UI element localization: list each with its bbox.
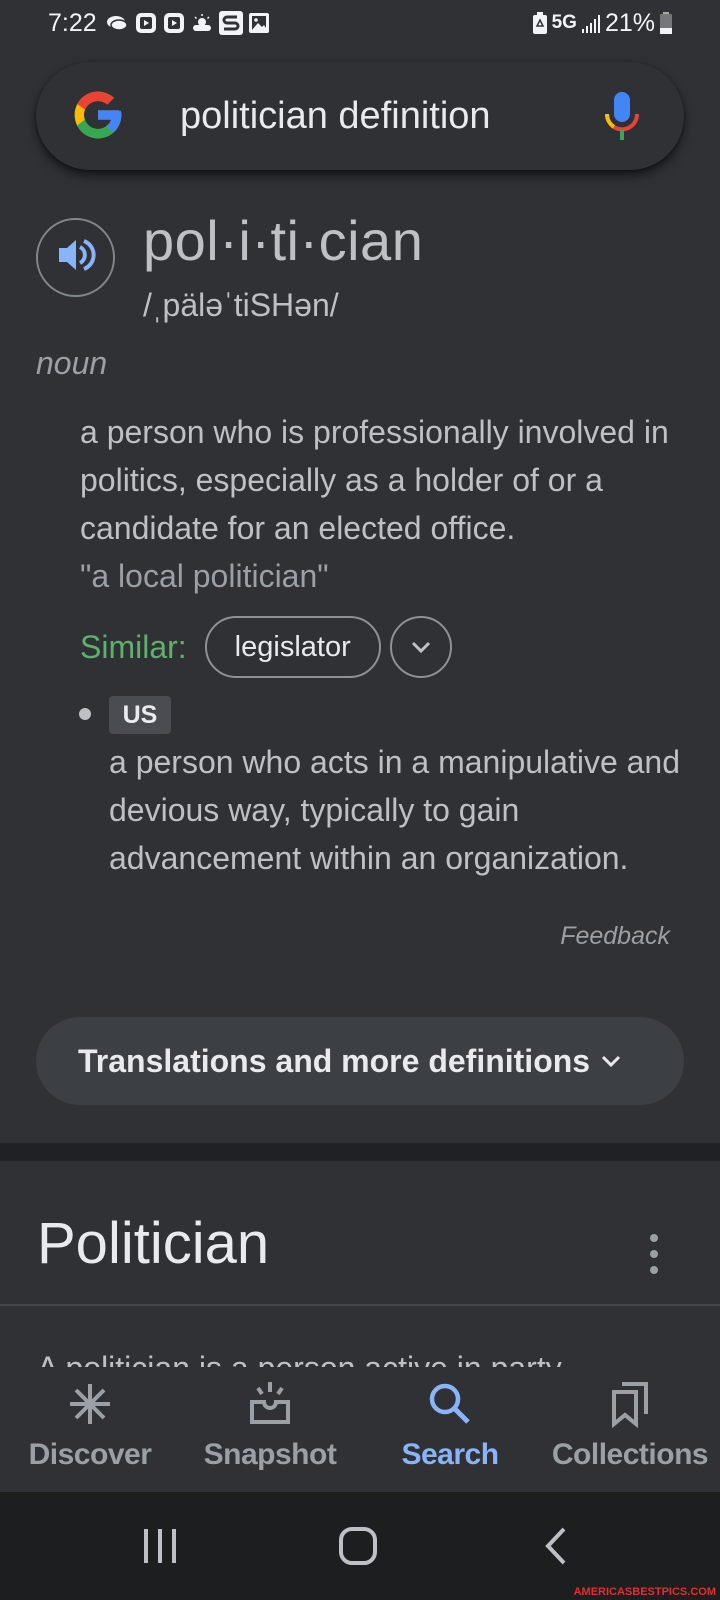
asterisk-icon [70,1384,110,1424]
nav-label: Collections [551,1438,709,1471]
similar-label: Similar: [80,628,187,665]
translations-more-definitions-button[interactable]: Translations and more definitions [36,1017,684,1105]
more-definitions-label: Translations and more definitions [78,1042,591,1079]
nav-discover[interactable]: Discover [0,1367,180,1492]
more-options-icon[interactable] [644,1234,664,1274]
bottom-navigation: Discover Snapshot Search Collections [0,1367,720,1492]
gallery-image-icon [248,13,269,33]
knowledge-panel-title[interactable]: Politician [37,1210,269,1277]
expand-similar-button[interactable] [389,616,452,678]
battery-percent: 21% [604,8,655,37]
cloud-notification-icon [105,13,129,33]
video-play-icon [163,12,185,34]
google-logo-icon [70,87,126,143]
region-label-badge: US [109,696,171,734]
similar-words: Similar: legislator [80,616,452,678]
battery-icon [660,12,672,34]
recent-apps-button[interactable] [140,1524,180,1568]
nav-label: Search [401,1438,499,1471]
s-app-icon [218,11,243,35]
definition-1: a person who is professionally involved … [80,414,669,546]
nav-label: Snapshot [203,1438,337,1471]
nav-label: Discover [28,1438,152,1471]
battery-saver-icon [532,12,547,34]
home-button[interactable] [336,1524,380,1568]
speaker-icon [56,237,96,278]
system-navigation-bar: AMERICASBESTPICS.COM [0,1492,720,1600]
chevron-down-icon [602,1055,621,1068]
microphone-icon[interactable] [604,90,640,144]
feedback-link[interactable]: Feedback [560,922,670,951]
search-bar[interactable]: politician definition [36,62,684,170]
headword: pol·i·ti·cian [143,209,424,272]
snapshot-tray-icon [250,1382,290,1424]
search-input[interactable]: politician definition [180,95,491,138]
watermark: AMERICASBESTPICS.COM [573,1586,716,1598]
weather-partly-sunny-icon [191,13,213,33]
network-type: 5G [551,12,577,33]
chevron-down-icon [411,641,430,654]
nav-collections[interactable]: Collections [540,1367,720,1492]
search-icon [429,1383,470,1424]
video-play-icon [135,12,157,34]
definition-1-example: "a local politician" [80,558,329,594]
recent-apps-icon [144,1529,176,1563]
system-status: 5G 21% [532,8,672,38]
part-of-speech: noun [36,345,108,381]
back-icon [545,1527,566,1565]
status-time: 7:22 [48,8,97,37]
nav-snapshot[interactable]: Snapshot [180,1367,360,1492]
section-divider [0,1143,720,1161]
similar-word-chip[interactable]: legislator [204,616,381,678]
bookmarks-icon [612,1382,648,1428]
notification-icons [105,11,269,35]
definition-2: a person who acts in a manipulative and … [109,744,681,876]
back-button[interactable] [540,1524,570,1568]
pronunciation-button[interactable] [36,218,115,297]
list-bullet [79,708,91,720]
phonetic-spelling: /ˌpäləˈtiSHən/ [143,287,339,323]
status-bar: 7:22 5G 21% [0,0,720,46]
signal-icon [581,13,600,33]
nav-search[interactable]: Search [360,1367,540,1492]
knowledge-panel-snippet: A politician is a person active in party [37,1350,562,1368]
home-icon [339,1527,377,1565]
divider [0,1304,720,1306]
